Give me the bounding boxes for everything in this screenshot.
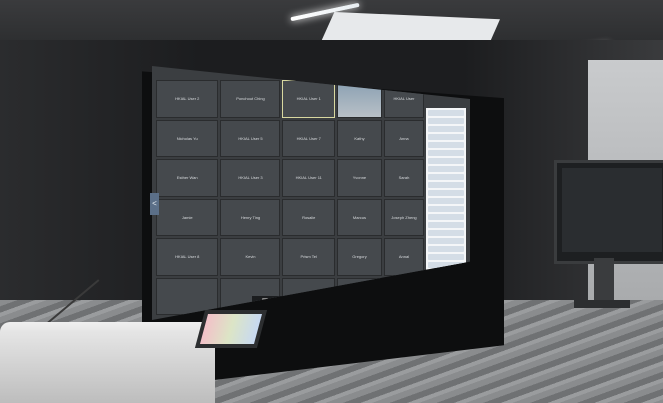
control-tablet (194, 310, 268, 348)
participant-tile: Ponchout Ching (220, 80, 281, 118)
lectern (0, 330, 215, 403)
participant-tile: Marcus (336, 198, 382, 236)
participant-tile: Esther Wan (156, 159, 219, 197)
participant-tile: HKIAL User 7 (282, 119, 335, 157)
participant-tile: HKIAL User 2 (156, 80, 219, 118)
previous-page-arrow: < (150, 193, 159, 215)
participant-tile: HKIAL User 3 (220, 159, 281, 197)
conference-room-photo: HKIAL User 2 Ponchout Ching HKIAL User 1 HK… (0, 0, 663, 403)
tv-screen (562, 168, 662, 252)
participant-tile: HKIAL User 1 (282, 80, 335, 118)
mobile-tv-display (554, 160, 663, 264)
participant-tile: Kevin (220, 238, 281, 276)
participant-tile: Gregory (336, 238, 382, 276)
participant-tile: Prism Tel (282, 238, 335, 276)
participant-tile: HKIAL User 8 (156, 238, 219, 276)
participant-tile: Kathy (336, 119, 382, 157)
participant-tile: Nicholas Yu (156, 119, 219, 157)
participant-tile: Jamie (156, 198, 219, 236)
participant-tile: Sarah (383, 159, 424, 197)
participant-tile: HKIAL User 11 (282, 159, 335, 197)
participant-tile: Yvonne (336, 159, 382, 197)
participant-tile: HKIAL User 5 (220, 119, 281, 157)
tablet-screen (199, 314, 263, 344)
participant-tile: Henry Ting (220, 198, 281, 236)
participant-tile: Anna (383, 119, 424, 157)
participant-tile: Rosalie (282, 198, 335, 236)
tv-stand-base (574, 300, 630, 308)
participant-tile: Joseph Zheng (383, 198, 424, 236)
participant-tile: Annal (383, 238, 424, 276)
